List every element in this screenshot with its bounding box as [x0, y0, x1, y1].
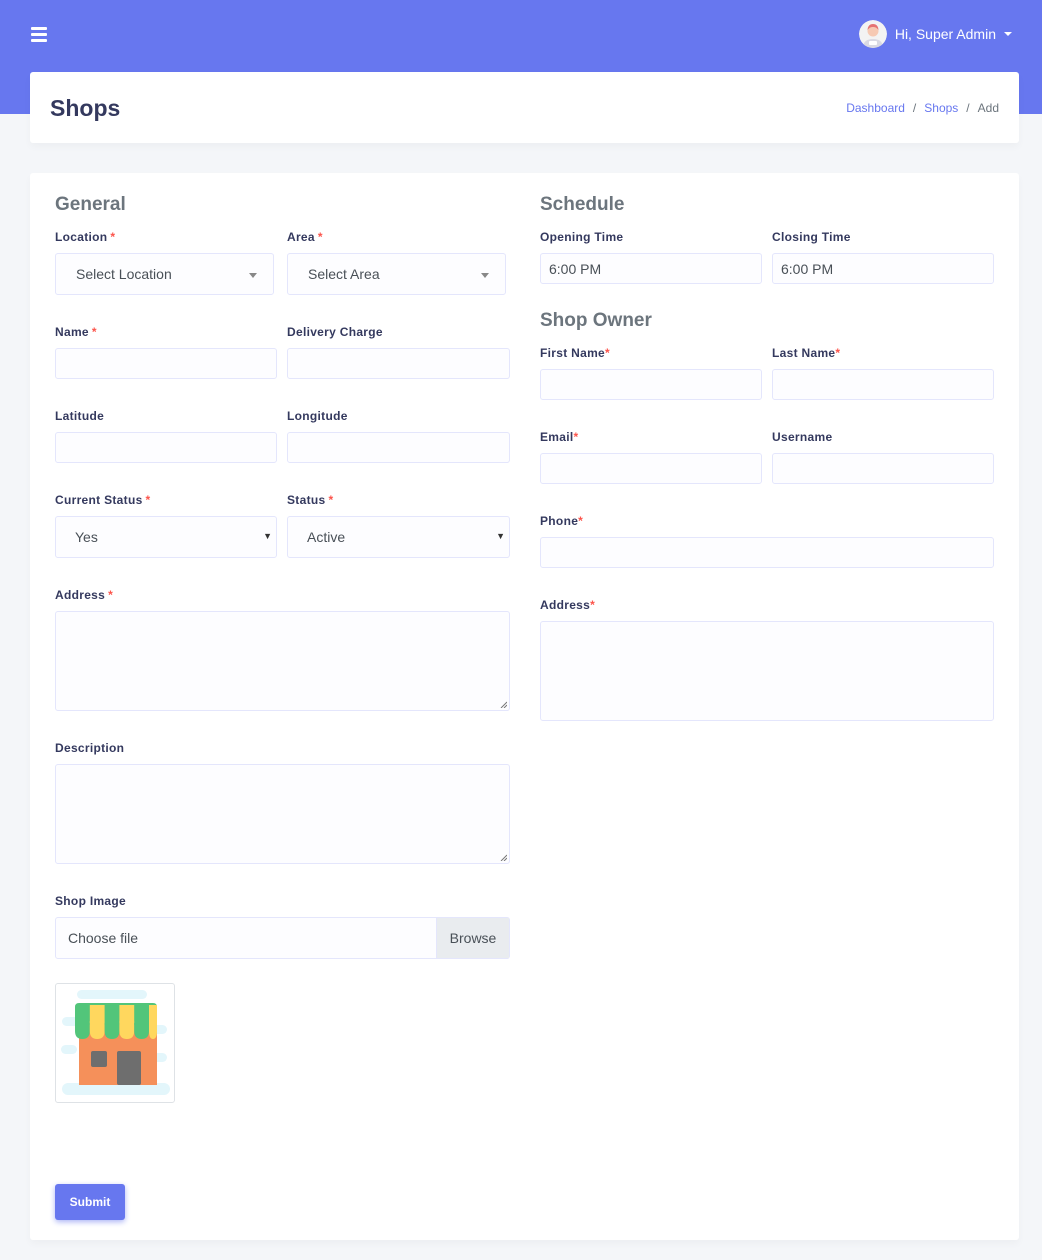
address-label: Address *: [55, 588, 114, 602]
chevron-down-icon: [1004, 32, 1012, 36]
shop-image-file-input[interactable]: Choose file Browse: [55, 917, 510, 959]
name-label: Name *: [55, 325, 97, 339]
area-label: Area *: [287, 230, 323, 244]
opening-time-label: Opening Time: [540, 230, 624, 244]
user-avatar-icon: [858, 20, 887, 48]
latitude-input[interactable]: [55, 432, 277, 463]
email-label: Email*: [540, 430, 579, 444]
resize-grip-icon[interactable]: [500, 701, 507, 708]
status-select[interactable]: Active ▼: [287, 516, 510, 558]
shop-form-card: General Location * Select Location Area * …: [30, 173, 1019, 1240]
delivery-charge-input[interactable]: [287, 348, 510, 379]
section-header: Shops Dashboard / Shops / Add: [30, 72, 1019, 143]
breadcrumb-shops-link[interactable]: Shops: [924, 101, 958, 115]
shop-image-preview: [55, 983, 175, 1103]
submit-button[interactable]: Submit: [55, 1184, 125, 1220]
breadcrumb-separator: /: [966, 101, 970, 115]
shop-store-icon: [61, 990, 170, 1095]
current-status-label: Current Status *: [55, 493, 151, 507]
last-name-label: Last Name*: [772, 346, 841, 360]
menu-toggle-icon[interactable]: [31, 27, 47, 42]
location-label: Location *: [55, 230, 116, 244]
user-dropdown[interactable]: Hi, Super Admin: [858, 20, 1012, 48]
current-status-value: Yes: [75, 529, 98, 545]
general-section-title: General: [55, 194, 126, 215]
phone-label: Phone*: [540, 514, 584, 528]
breadcrumb-current: Add: [977, 101, 999, 115]
current-status-select[interactable]: Yes ▼: [55, 516, 277, 558]
username-input[interactable]: [772, 453, 994, 484]
breadcrumb-dashboard-link[interactable]: Dashboard: [846, 101, 905, 115]
last-name-input[interactable]: [772, 369, 994, 400]
status-label: Status *: [287, 493, 334, 507]
delivery-charge-label: Delivery Charge: [287, 325, 383, 339]
longitude-input[interactable]: [287, 432, 510, 463]
dropdown-arrow-icon: ▼: [496, 531, 505, 541]
breadcrumb-separator: /: [912, 101, 917, 115]
status-value: Active: [307, 529, 346, 545]
username-label: Username: [772, 430, 833, 444]
user-greeting: Hi, Super Admin: [894, 26, 996, 42]
phone-input[interactable]: [540, 537, 994, 568]
email-input[interactable]: [540, 453, 762, 484]
description-textarea[interactable]: [55, 764, 510, 864]
description-label: Description: [55, 741, 125, 755]
shop-image-label: Shop Image: [55, 894, 127, 908]
file-name-text: Choose file: [68, 930, 139, 946]
schedule-section-title: Schedule: [540, 194, 625, 215]
chevron-down-icon: [249, 273, 257, 278]
shop-owner-section-title: Shop Owner: [540, 310, 652, 331]
breadcrumb: Dashboard / Shops / Add: [846, 101, 999, 115]
area-select[interactable]: Select Area: [287, 253, 506, 295]
name-input[interactable]: [55, 348, 277, 379]
longitude-label: Longitude: [287, 409, 348, 423]
owner-address-label: Address*: [540, 598, 596, 612]
closing-time-label: Closing Time: [772, 230, 851, 244]
closing-time-input[interactable]: 6:00 PM: [772, 253, 994, 284]
resize-grip-icon[interactable]: [500, 854, 507, 861]
browse-button[interactable]: Browse: [436, 918, 509, 958]
address-textarea[interactable]: [55, 611, 510, 711]
latitude-label: Latitude: [55, 409, 105, 423]
location-select[interactable]: Select Location: [55, 253, 274, 295]
area-select-value: Select Area: [308, 266, 380, 282]
first-name-input[interactable]: [540, 369, 762, 400]
dropdown-arrow-icon: ▼: [263, 531, 272, 541]
page-title: Shops: [50, 95, 121, 121]
first-name-label: First Name*: [540, 346, 611, 360]
location-select-value: Select Location: [76, 266, 172, 282]
chevron-down-icon: [481, 273, 489, 278]
owner-address-textarea[interactable]: [540, 621, 994, 721]
opening-time-input[interactable]: 6:00 PM: [540, 253, 762, 284]
